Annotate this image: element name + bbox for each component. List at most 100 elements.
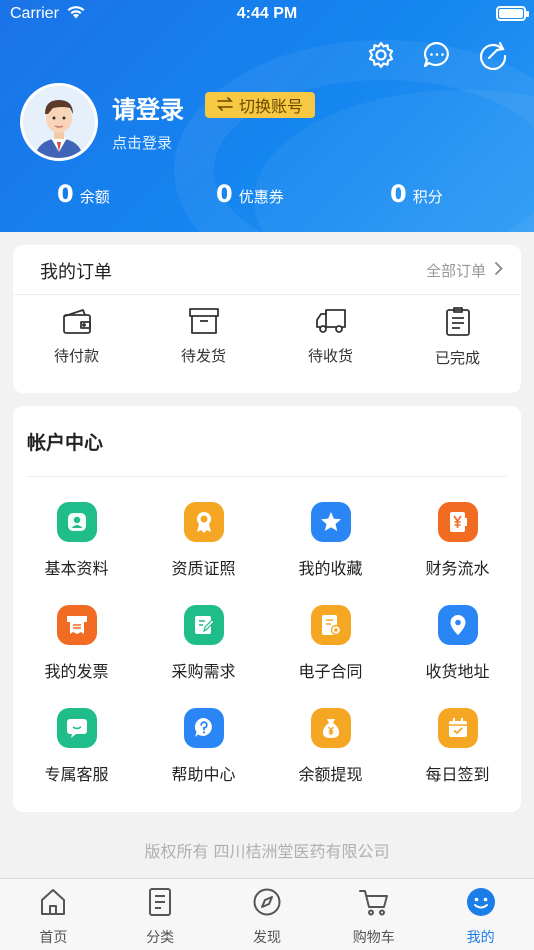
calendar-check-icon xyxy=(437,708,478,748)
tab-home[interactable]: 首页 xyxy=(0,879,107,950)
account-item-invoices[interactable]: 我的发票 xyxy=(13,605,140,708)
truck-icon xyxy=(314,307,348,339)
stat-label: 余额 xyxy=(79,188,110,206)
switch-account-button[interactable]: 切换账号 xyxy=(205,92,316,118)
chevron-right-icon xyxy=(494,261,503,280)
tab-cart[interactable]: 购物车 xyxy=(320,879,427,950)
account-item-label: 我的收藏 xyxy=(298,559,363,578)
orders-card: 我的订单 全部订单 待付款 待发货 待收货 已完成 xyxy=(13,245,521,393)
order-completed[interactable]: 已完成 xyxy=(394,307,521,368)
chat-icon xyxy=(56,708,97,748)
smile-icon xyxy=(466,887,496,921)
account-center-card: 帐户中心 基本资料 资质证照 我的收藏 财务流水 我的发票 采购需求 电子合同 … xyxy=(13,406,521,812)
account-item-label: 帮助中心 xyxy=(171,765,236,784)
all-orders-link[interactable]: 全部订单 xyxy=(426,260,503,281)
invoice-icon xyxy=(56,605,97,645)
account-item-label: 每日签到 xyxy=(425,765,490,784)
order-status-label: 已完成 xyxy=(434,349,480,367)
wallet-icon xyxy=(61,307,93,339)
account-item-addresses[interactable]: 收货地址 xyxy=(394,605,521,708)
help-icon xyxy=(183,708,224,748)
header-actions xyxy=(364,38,510,72)
account-item-label: 基本资料 xyxy=(44,559,109,578)
copyright-text: 版权所有 四川桔洲堂医药有限公司 xyxy=(144,842,390,861)
account-item-favorites[interactable]: 我的收藏 xyxy=(267,502,394,605)
account-item-contracts[interactable]: 电子合同 xyxy=(267,605,394,708)
login-title[interactable]: 请登录 xyxy=(112,90,184,125)
login-subtitle[interactable]: 点击登录 xyxy=(112,132,172,153)
tab-mine[interactable]: 我的 xyxy=(427,879,534,950)
order-status-label: 待收货 xyxy=(307,347,353,365)
tab-label: 分类 xyxy=(146,930,175,946)
tab-category[interactable]: 分类 xyxy=(107,879,214,950)
account-center-title: 帐户中心 xyxy=(27,432,104,454)
order-pending-receipt[interactable]: 待收货 xyxy=(267,307,394,368)
tab-label: 购物车 xyxy=(352,930,395,946)
stat-label: 优惠券 xyxy=(238,188,284,206)
orders-title: 我的订单 xyxy=(40,262,112,283)
divider xyxy=(27,476,507,477)
clipboard-icon xyxy=(444,307,472,341)
stat-value: 0 xyxy=(57,180,74,208)
award-icon xyxy=(183,502,224,542)
swap-icon xyxy=(217,96,233,115)
account-item-withdraw[interactable]: 余额提现 xyxy=(267,708,394,811)
gear-icon[interactable] xyxy=(364,38,398,72)
account-item-profile[interactable]: 基本资料 xyxy=(13,502,140,605)
list-icon xyxy=(145,887,175,921)
stat-coupons[interactable]: 0 优惠券 xyxy=(216,180,284,208)
account-item-customer-service[interactable]: 专属客服 xyxy=(13,708,140,811)
tab-discover[interactable]: 发现 xyxy=(214,879,321,950)
tab-bar: 首页 分类 发现 购物车 我的 xyxy=(0,878,534,950)
yen-icon xyxy=(437,502,478,542)
stat-balance[interactable]: 0 余额 xyxy=(57,180,110,208)
switch-account-label: 切换账号 xyxy=(239,97,304,116)
stat-value: 0 xyxy=(216,180,233,208)
stat-points[interactable]: 0 积分 xyxy=(390,180,443,208)
home-icon xyxy=(38,887,68,921)
money-bag-icon xyxy=(310,708,351,748)
star-icon xyxy=(310,502,351,542)
account-item-label: 余额提现 xyxy=(298,765,363,784)
account-item-label: 资质证照 xyxy=(171,559,236,578)
location-icon xyxy=(437,605,478,645)
account-grid: 基本资料 资质证照 我的收藏 财务流水 我的发票 采购需求 电子合同 收货地址 … xyxy=(13,502,521,811)
account-item-certificates[interactable]: 资质证照 xyxy=(140,502,267,605)
account-item-label: 财务流水 xyxy=(425,559,490,578)
account-item-checkin[interactable]: 每日签到 xyxy=(394,708,521,811)
status-bar: Carrier 4:44 PM xyxy=(0,0,534,28)
stat-value: 0 xyxy=(390,180,407,208)
account-item-purchase-requests[interactable]: 采购需求 xyxy=(140,605,267,708)
message-icon[interactable] xyxy=(420,38,454,72)
tab-label: 我的 xyxy=(466,930,495,946)
order-pending-shipment[interactable]: 待发货 xyxy=(140,307,267,368)
user-icon xyxy=(56,502,97,542)
order-status-row: 待付款 待发货 待收货 已完成 xyxy=(13,307,521,368)
account-item-label: 我的发票 xyxy=(44,662,109,681)
compass-icon xyxy=(252,887,282,921)
contract-icon xyxy=(310,605,351,645)
profile-header: Carrier 4:44 PM 请登录 切换账号 点击登录 0 余额 0 优惠券… xyxy=(0,0,534,232)
refresh-icon[interactable] xyxy=(476,38,510,72)
box-icon xyxy=(188,307,220,339)
stat-label: 积分 xyxy=(412,188,443,206)
account-item-label: 电子合同 xyxy=(298,662,363,681)
orders-header: 我的订单 全部订单 xyxy=(13,245,521,295)
clock: 4:44 PM xyxy=(236,5,298,22)
account-item-label: 专属客服 xyxy=(44,765,109,784)
cart-icon xyxy=(358,887,390,921)
battery-icon xyxy=(496,6,529,21)
all-orders-label: 全部订单 xyxy=(425,262,486,280)
account-item-help[interactable]: 帮助中心 xyxy=(140,708,267,811)
order-pending-payment[interactable]: 待付款 xyxy=(13,307,140,368)
avatar[interactable] xyxy=(20,83,98,161)
edit-icon xyxy=(183,605,224,645)
order-status-label: 待付款 xyxy=(53,347,99,365)
tab-label: 发现 xyxy=(252,930,281,946)
account-item-label: 收货地址 xyxy=(425,662,490,681)
account-item-finance[interactable]: 财务流水 xyxy=(394,502,521,605)
tab-label: 首页 xyxy=(39,930,68,946)
account-item-label: 采购需求 xyxy=(171,662,236,681)
order-status-label: 待发货 xyxy=(180,347,226,365)
stats-row: 0 余额 0 优惠券 0 积分 xyxy=(0,180,534,216)
